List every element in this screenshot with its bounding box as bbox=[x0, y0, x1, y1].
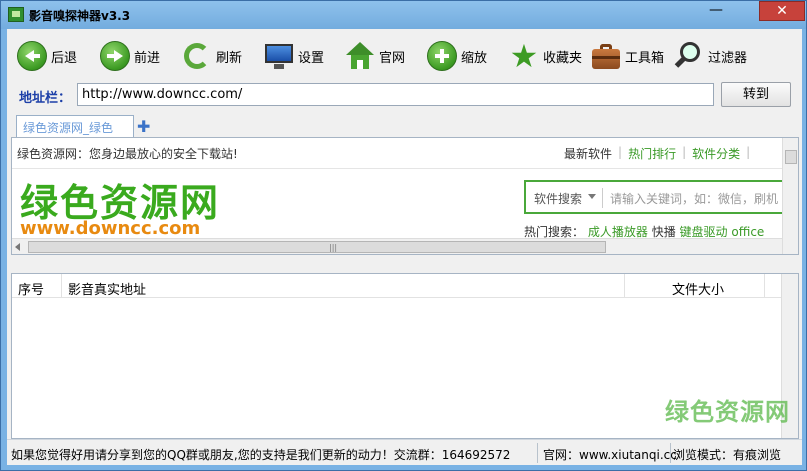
status-separator bbox=[670, 443, 671, 463]
refresh-icon bbox=[182, 41, 212, 71]
chevron-down-icon bbox=[588, 194, 596, 199]
watermark: 绿色资源网 bbox=[665, 398, 790, 426]
site-nav: 最新软件 | 热门排行 | 软件分类 | bbox=[564, 145, 750, 162]
tab-downcc[interactable]: 绿色资源网_绿色 bbox=[16, 115, 134, 137]
hot-item[interactable]: 成人播放器 bbox=[588, 225, 648, 239]
nav-separator: | bbox=[618, 145, 623, 159]
status-separator bbox=[537, 443, 538, 463]
search-input[interactable]: 请输入关键词，如：微信，刷机 bbox=[610, 190, 778, 207]
refresh-label: 刷新 bbox=[216, 50, 243, 66]
list-header: 序号 影音真实地址 文件大小 bbox=[12, 274, 798, 298]
toolbox-icon bbox=[591, 41, 621, 71]
nav-separator: | bbox=[682, 145, 687, 159]
favorites-button[interactable]: ★ 收藏夹 bbox=[509, 37, 583, 75]
hot-label: 热门搜索： bbox=[524, 225, 585, 239]
address-label: 地址栏： bbox=[19, 91, 72, 106]
website-label: 官网 bbox=[379, 50, 406, 66]
title-bar[interactable]: 影音嗅探神器v3.3 — ✕ bbox=[1, 1, 806, 29]
close-button[interactable]: ✕ bbox=[759, 1, 805, 21]
app-icon bbox=[8, 7, 24, 22]
scroll-thumb[interactable]: ||| bbox=[28, 241, 606, 253]
scroll-thumb[interactable] bbox=[785, 150, 797, 164]
grip-icon: ||| bbox=[329, 243, 338, 252]
window-title: 影音嗅探神器v3.3 bbox=[29, 9, 131, 23]
zoom-label: 缩放 bbox=[461, 50, 488, 66]
tab-bar: 绿色资源网_绿色 ✚ bbox=[7, 113, 802, 137]
app-window: 影音嗅探神器v3.3 — ✕ 后退 前进 刷新 设置 官网 缩放 ★ 收藏夹 工… bbox=[0, 0, 807, 471]
hot-item[interactable]: 键盘驱动 bbox=[680, 225, 728, 239]
status-mode: 浏览模式：有痕浏览 bbox=[673, 448, 782, 462]
browser-view[interactable]: 绿色资源网：您身边最放心的安全下载站! 最新软件 | 热门排行 | 软件分类 |… bbox=[11, 137, 799, 255]
scroll-left-icon[interactable] bbox=[15, 243, 20, 251]
refresh-button[interactable]: 刷新 bbox=[182, 41, 242, 71]
monitor-icon bbox=[264, 41, 294, 71]
column-header-url[interactable]: 影音真实地址 bbox=[62, 274, 625, 298]
browser-vertical-scrollbar[interactable] bbox=[782, 138, 798, 254]
nav-separator: | bbox=[746, 145, 751, 159]
site-logo-url: www.downcc.com bbox=[20, 218, 201, 239]
toolbar: 后退 前进 刷新 设置 官网 缩放 ★ 收藏夹 工具箱 过滤器 bbox=[7, 29, 802, 81]
favorites-label: 收藏夹 bbox=[543, 50, 583, 66]
back-label: 后退 bbox=[51, 50, 78, 66]
forward-label: 前进 bbox=[134, 50, 161, 66]
status-message: 如果您觉得好用请分享到您的QQ群或朋友,您的支持是我们更新的动力！交流群：164… bbox=[11, 448, 511, 462]
add-tab-icon[interactable]: ✚ bbox=[137, 117, 150, 136]
zoom-plus-icon bbox=[427, 41, 457, 71]
back-icon bbox=[17, 41, 47, 71]
site-tagline: 绿色资源网：您身边最放心的安全下载站! bbox=[17, 147, 238, 161]
back-button[interactable]: 后退 bbox=[17, 41, 77, 71]
home-icon bbox=[345, 41, 375, 71]
hot-item[interactable]: office bbox=[731, 225, 764, 239]
forward-icon bbox=[100, 41, 130, 71]
nav-link-latest[interactable]: 最新软件 bbox=[564, 145, 612, 162]
site-search: 软件搜索 请输入关键词，如：微信，刷机 bbox=[524, 180, 786, 214]
toolbox-button[interactable]: 工具箱 bbox=[591, 41, 664, 71]
nav-link-categories[interactable]: 软件分类 bbox=[692, 145, 740, 162]
status-bar: 如果您觉得好用请分享到您的QQ群或朋友,您的支持是我们更新的动力！交流群：164… bbox=[7, 439, 802, 465]
column-header-index[interactable]: 序号 bbox=[12, 274, 62, 298]
browser-horizontal-scrollbar[interactable]: ||| bbox=[12, 238, 782, 254]
status-website[interactable]: 官网：www.xiutanqi.cc bbox=[543, 446, 677, 463]
nav-link-hot[interactable]: 热门排行 bbox=[628, 145, 676, 162]
go-button[interactable]: 转到 bbox=[721, 82, 791, 107]
website-button[interactable]: 官网 bbox=[345, 41, 405, 71]
filter-label: 过滤器 bbox=[708, 50, 748, 66]
settings-label: 设置 bbox=[298, 50, 325, 66]
toolbox-label: 工具箱 bbox=[625, 50, 665, 66]
forward-button[interactable]: 前进 bbox=[100, 41, 160, 71]
search-divider bbox=[602, 188, 603, 208]
hot-item[interactable]: 快播 bbox=[652, 225, 676, 239]
address-input[interactable] bbox=[77, 83, 714, 106]
settings-button[interactable]: 设置 bbox=[264, 41, 324, 71]
zoom-button[interactable]: 缩放 bbox=[427, 41, 487, 71]
star-icon: ★ bbox=[509, 37, 539, 75]
filter-button[interactable]: 过滤器 bbox=[674, 41, 747, 71]
search-category[interactable]: 软件搜索 bbox=[534, 190, 582, 207]
site-divider bbox=[12, 168, 782, 169]
column-header-size[interactable]: 文件大小 bbox=[625, 274, 765, 298]
minimize-button[interactable]: — bbox=[703, 3, 729, 22]
magnifier-icon bbox=[674, 41, 704, 71]
